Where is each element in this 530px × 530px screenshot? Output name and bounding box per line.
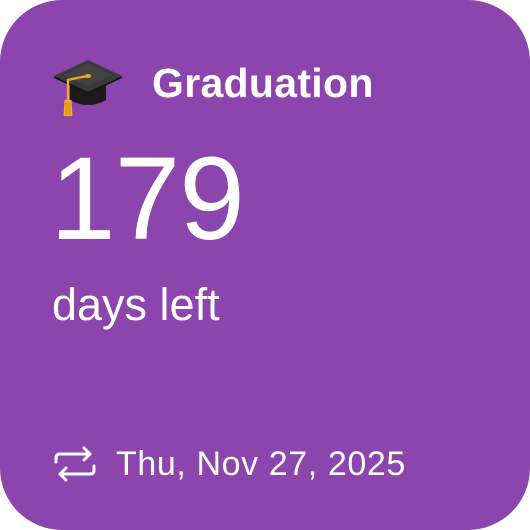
widget-footer: Thu, Nov 27, 2025 — [52, 444, 406, 484]
widget-title: Graduation — [152, 59, 374, 106]
widget-header: Graduation — [52, 50, 374, 120]
graduation-cap-icon — [54, 60, 122, 116]
target-date: Thu, Nov 27, 2025 — [116, 445, 406, 483]
repeat-icon — [54, 446, 96, 482]
countdown-widget[interactable]: Graduation 179 days left Thu, Nov 27, 20… — [0, 0, 530, 530]
days-left-label: days left — [52, 279, 220, 330]
days-count: 179 — [50, 133, 245, 265]
